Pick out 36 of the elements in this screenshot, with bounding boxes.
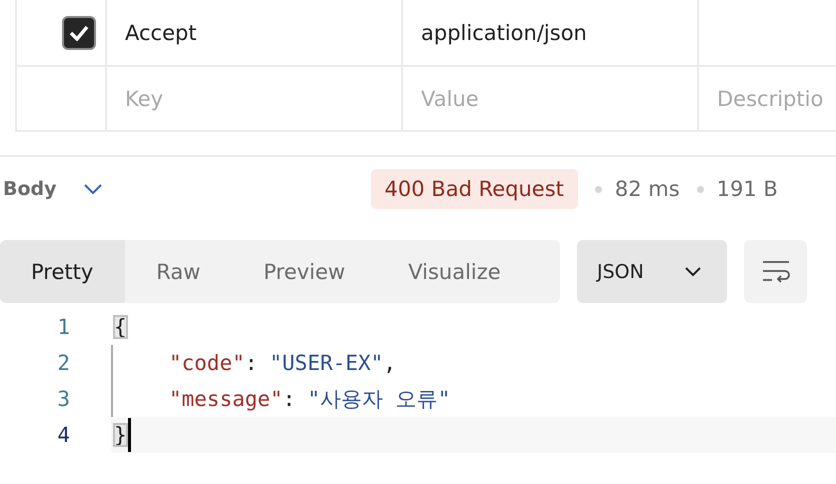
view-tab[interactable]: Raw — [125, 240, 232, 303]
json-punctuation: : — [244, 351, 258, 375]
check-icon — [69, 24, 89, 40]
line-number: 3 — [56, 387, 70, 411]
json-brace: { — [113, 315, 128, 339]
checkbox[interactable] — [62, 16, 96, 50]
view-tab[interactable]: Pretty — [0, 240, 126, 303]
chevron-down-icon[interactable] — [82, 183, 103, 195]
status-badge: 400 Bad Request — [370, 169, 578, 209]
key-field[interactable]: Key — [125, 86, 401, 110]
json-punctuation: , — [383, 351, 396, 375]
header-key: Accept — [125, 20, 197, 44]
line-number: 2 — [56, 351, 70, 375]
wrap-lines-button[interactable] — [744, 240, 807, 303]
body-label: Body — [3, 178, 57, 200]
header-value: application/json — [421, 20, 587, 44]
chevron-down-icon — [685, 266, 701, 276]
json-string: "사용자 오류" — [307, 386, 450, 413]
response-time: 82 ms — [614, 177, 680, 201]
value-field[interactable]: Value — [421, 86, 697, 110]
view-tab[interactable]: Visualize — [377, 240, 533, 303]
text-cursor — [128, 418, 131, 452]
line-number: 4 — [56, 423, 70, 447]
json-punctuation: : — [282, 387, 296, 411]
response-size: 191 B — [716, 177, 778, 201]
separator-dot — [594, 186, 602, 192]
separator-dot — [696, 186, 704, 192]
wrap-lines-icon — [760, 258, 790, 284]
view-tab[interactable]: Preview — [232, 240, 378, 303]
format-select[interactable]: JSON — [577, 240, 727, 303]
json-brace: } — [113, 423, 128, 447]
json-key: "code" — [169, 351, 245, 375]
line-number: 1 — [56, 315, 70, 339]
json-string: "USER-EX" — [270, 351, 384, 375]
json-key: "message" — [169, 387, 283, 411]
description-field[interactable]: Descriptio — [717, 86, 836, 110]
